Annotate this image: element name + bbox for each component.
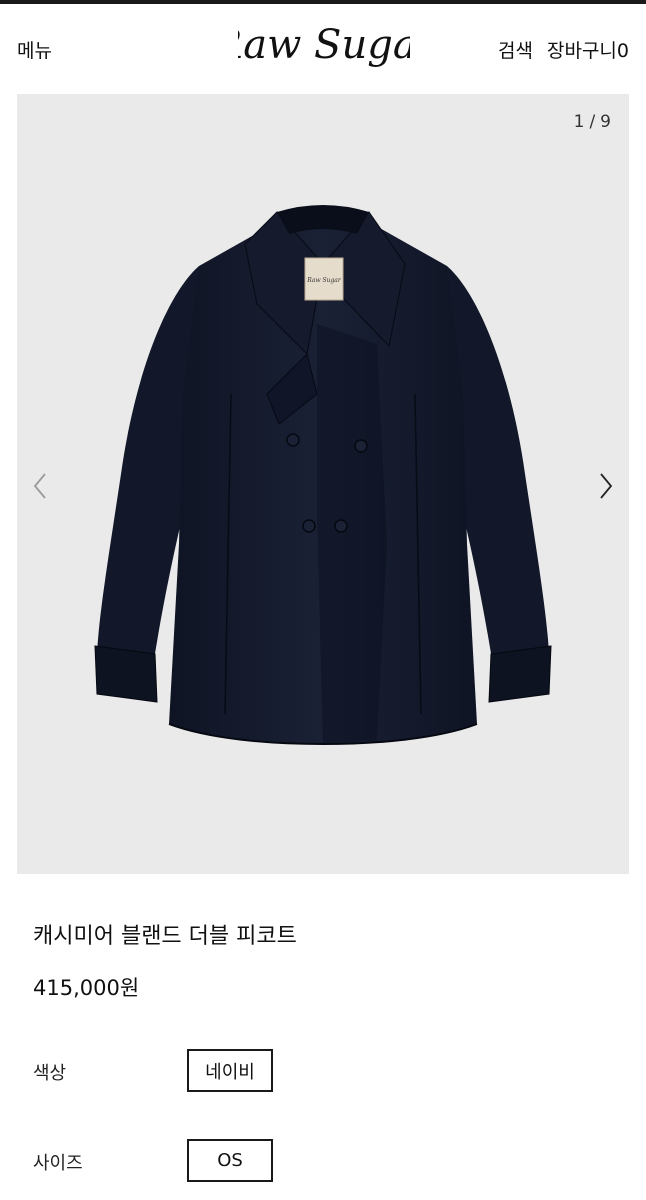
size-option-button[interactable]: OS: [187, 1139, 273, 1182]
image-counter-current: 1: [573, 112, 586, 132]
image-counter-separator: /: [589, 112, 597, 132]
size-option-label: 사이즈: [33, 1153, 83, 1174]
site-header: 메뉴 Raw Sugar 검색 장바구니0: [0, 4, 646, 92]
product-image: Raw Sugar: [94, 205, 552, 746]
header-nav: 검색 장바구니0: [498, 36, 629, 63]
product-price: 415,000원: [33, 976, 140, 1000]
search-link[interactable]: 검색: [498, 40, 533, 62]
logo-text: Raw Sugar: [238, 22, 410, 68]
menu-button[interactable]: 메뉴: [17, 36, 52, 63]
size-option-value: OS: [217, 1150, 243, 1171]
image-counter-total: 9: [600, 112, 612, 132]
image-counter: 1/9: [574, 112, 612, 132]
color-option-button[interactable]: 네이비: [187, 1049, 273, 1092]
color-option-label: 색상: [33, 1063, 67, 1084]
product-image-gallery[interactable]: Raw Sugar 1/9: [17, 94, 629, 874]
product-title: 캐시미어 블랜드 더블 피코트: [33, 924, 297, 949]
cart-count: 0: [616, 40, 629, 62]
brand-logo[interactable]: Raw Sugar: [238, 12, 410, 86]
chevron-right-icon[interactable]: [589, 466, 619, 506]
cart-link[interactable]: 장바구니0: [547, 40, 629, 62]
cart-label: 장바구니: [546, 40, 617, 62]
color-option-value: 네이비: [205, 1061, 255, 1083]
chevron-left-icon[interactable]: [27, 466, 57, 506]
garment-label-text: Raw Sugar: [306, 277, 342, 284]
